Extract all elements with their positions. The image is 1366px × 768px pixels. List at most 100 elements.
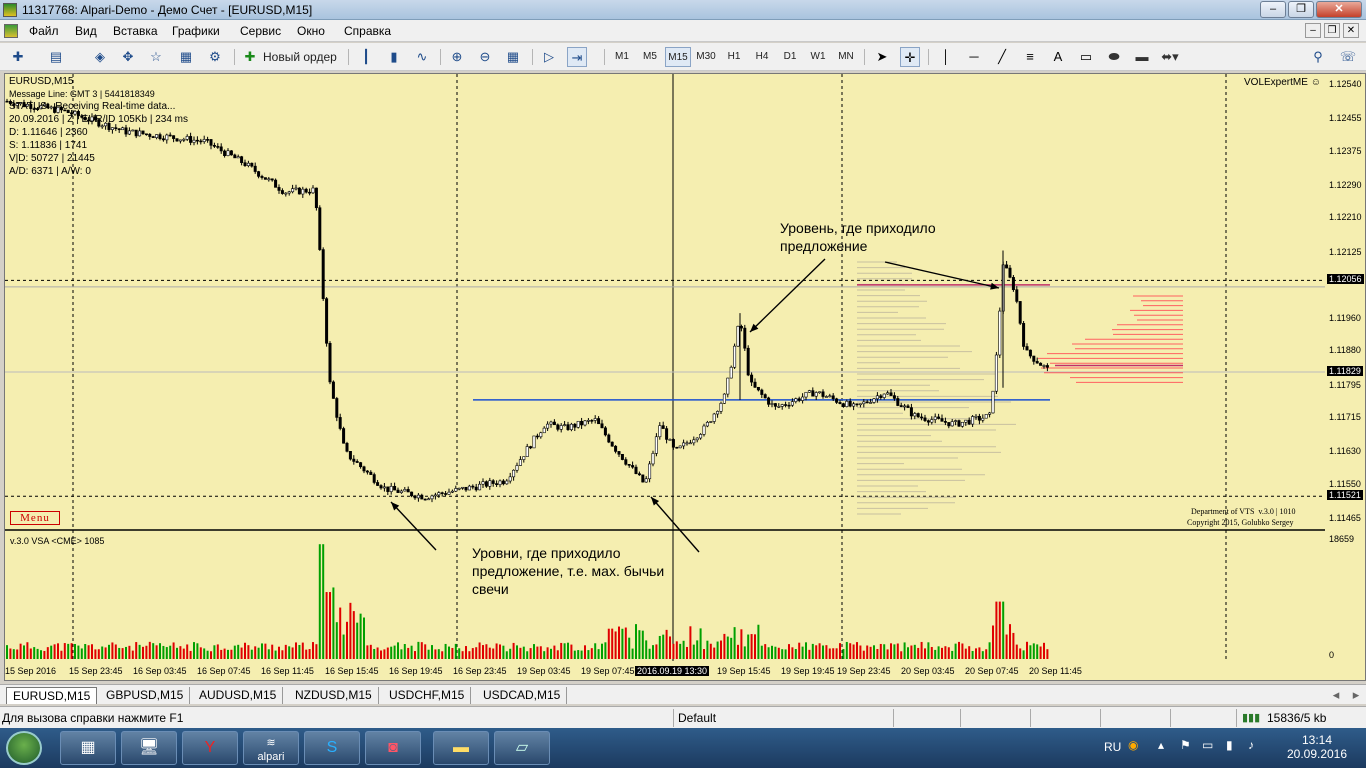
office-icon[interactable]: ◙ (365, 731, 421, 765)
candle-body (794, 398, 798, 402)
volume-bar (182, 648, 185, 659)
timeframe-m30[interactable]: M30 (693, 47, 719, 67)
tab-audusd[interactable]: AUDUSD,M15 (193, 687, 284, 704)
autoscroll-icon[interactable]: ▷ (539, 47, 559, 67)
profiles-icon[interactable]: ▤ (46, 47, 66, 67)
horizontal-line-icon[interactable]: ─ (964, 47, 984, 67)
tab-gbpusd[interactable]: GBPUSD,M15 (100, 687, 191, 704)
volume-bar (553, 645, 556, 659)
language-indicator[interactable]: RU (1104, 740, 1121, 754)
volume-scale-label: 0 (1329, 650, 1335, 660)
time-label: 15 Sep 23:45 (69, 666, 123, 676)
price-chart[interactable] (5, 74, 1325, 664)
new-chart-icon[interactable]: ✚ (8, 47, 28, 67)
timeframe-w1[interactable]: W1 (805, 47, 831, 67)
crosshair-icon[interactable]: ✛ (900, 47, 920, 67)
candle-body (175, 138, 179, 142)
terminal-icon[interactable]: ▦ (176, 47, 196, 67)
document-icon (4, 24, 18, 38)
rectangle-icon[interactable]: ▬ (1132, 47, 1152, 67)
tab-eurusd[interactable]: EURUSD,M15 (6, 687, 98, 704)
line-chart-icon[interactable]: ∿ (412, 47, 432, 67)
tab-usdchf[interactable]: USDCHF,M15 (383, 687, 472, 704)
candle-body (614, 445, 618, 452)
explorer-icon[interactable]: ▬ (433, 731, 489, 765)
notes-icon[interactable]: ▱ (494, 731, 550, 765)
timeframe-m1[interactable]: M1 (609, 47, 635, 67)
menu-window[interactable]: Окно (297, 24, 325, 38)
menu-file[interactable]: Файл (29, 24, 59, 38)
tab-scroll-left-icon[interactable]: ◂ (1326, 685, 1346, 705)
tray-app-icon[interactable]: ◉ (1128, 738, 1138, 752)
candle-body (967, 419, 971, 425)
tab-usdcad[interactable]: USDCAD,M15 (477, 687, 568, 704)
tester-icon[interactable]: ⚙ (205, 47, 225, 67)
timeframe-m5[interactable]: M5 (637, 47, 663, 67)
volume-bar (805, 642, 807, 659)
minimize-button[interactable]: ‒ (1260, 1, 1286, 18)
candle-body (682, 442, 686, 447)
candle-body (624, 459, 628, 465)
timeframe-d1[interactable]: D1 (777, 47, 803, 67)
alpari-taskbar-item[interactable]: ≋ alpari (243, 731, 299, 765)
volume-bar (36, 648, 39, 659)
menu-view[interactable]: Вид (75, 24, 97, 38)
search-icon[interactable]: ⚲ (1308, 47, 1328, 67)
volume-bar (964, 648, 967, 659)
menu-charts[interactable]: Графики (172, 24, 220, 38)
skype-icon[interactable]: S (304, 731, 360, 765)
zoom-in-icon[interactable]: ⊕ (447, 47, 467, 67)
favorites-icon[interactable]: ☆ (146, 47, 166, 67)
menu-tools[interactable]: Сервис (240, 24, 281, 38)
ellipse-icon[interactable]: ⬬ (1104, 47, 1124, 67)
candle-body (692, 439, 696, 444)
trendline-icon[interactable]: ╱ (992, 47, 1012, 67)
show-hidden-icons-icon[interactable]: ▴ (1158, 738, 1164, 752)
bar-chart-icon[interactable]: ┃ (356, 47, 376, 67)
volume-icon[interactable]: ♪ (1248, 738, 1254, 752)
volume-bar (590, 648, 593, 659)
close-button[interactable]: ✕ (1316, 1, 1362, 18)
chat-icon[interactable]: ☏ (1338, 47, 1358, 67)
candle-chart-icon[interactable]: ▮ (384, 47, 404, 67)
channel-icon[interactable]: ≡ (1020, 47, 1040, 67)
menu-insert[interactable]: Вставка (113, 24, 158, 38)
text-tool-icon[interactable]: A (1048, 47, 1068, 67)
maximize-button[interactable]: ❐ (1288, 1, 1314, 18)
vertical-line-icon[interactable]: │ (936, 47, 956, 67)
navigator-icon[interactable]: ✥ (118, 47, 138, 67)
mdi-close-button[interactable]: ✕ (1343, 23, 1359, 38)
timeframe-mn[interactable]: MN (833, 47, 859, 67)
mdi-restore-button[interactable]: ❐ (1324, 23, 1340, 38)
calculator-icon[interactable]: ▦ (60, 731, 116, 765)
timeframe-m15[interactable]: M15 (665, 47, 691, 67)
zoom-out-icon[interactable]: ⊖ (475, 47, 495, 67)
menu-help[interactable]: Справка (344, 24, 391, 38)
flag-icon[interactable]: ⚑ (1180, 738, 1191, 752)
volume-bar (567, 642, 569, 659)
candle-body (246, 162, 250, 166)
volume-bar (835, 648, 838, 659)
computer-icon[interactable]: 🖥 (121, 731, 177, 765)
mdi-minimize-button[interactable]: ‒ (1305, 23, 1321, 38)
volume-bar (189, 650, 192, 659)
indicator-menu-button[interactable]: Menu (10, 511, 60, 525)
yandex-icon[interactable]: Y (182, 731, 238, 765)
start-button[interactable] (6, 731, 42, 765)
market-watch-icon[interactable]: ◈ (90, 47, 110, 67)
new-order-button[interactable]: Новый ордер (243, 47, 339, 67)
tile-windows-icon[interactable]: ▦ (503, 47, 523, 67)
candle-body (546, 423, 550, 429)
tab-scroll-right-icon[interactable]: ▸ (1346, 685, 1366, 705)
arrows-icon[interactable]: ⬌▾ (1160, 47, 1180, 67)
clock[interactable]: 13:14 20.09.2016 (1282, 733, 1352, 761)
battery-icon[interactable]: ▭ (1202, 738, 1213, 752)
chart-window[interactable]: EURUSD,M15 Message Line: GMT 3 | 5441818… (4, 73, 1366, 681)
label-tool-icon[interactable]: ▭ (1076, 47, 1096, 67)
tab-nzdusd[interactable]: NZDUSD,M15 (289, 687, 379, 704)
cursor-icon[interactable]: ➤ (872, 47, 892, 67)
timeframe-h4[interactable]: H4 (749, 47, 775, 67)
timeframe-h1[interactable]: H1 (721, 47, 747, 67)
network-icon[interactable]: ▮ (1226, 738, 1233, 752)
chart-shift-icon[interactable]: ⇥ (567, 47, 587, 67)
